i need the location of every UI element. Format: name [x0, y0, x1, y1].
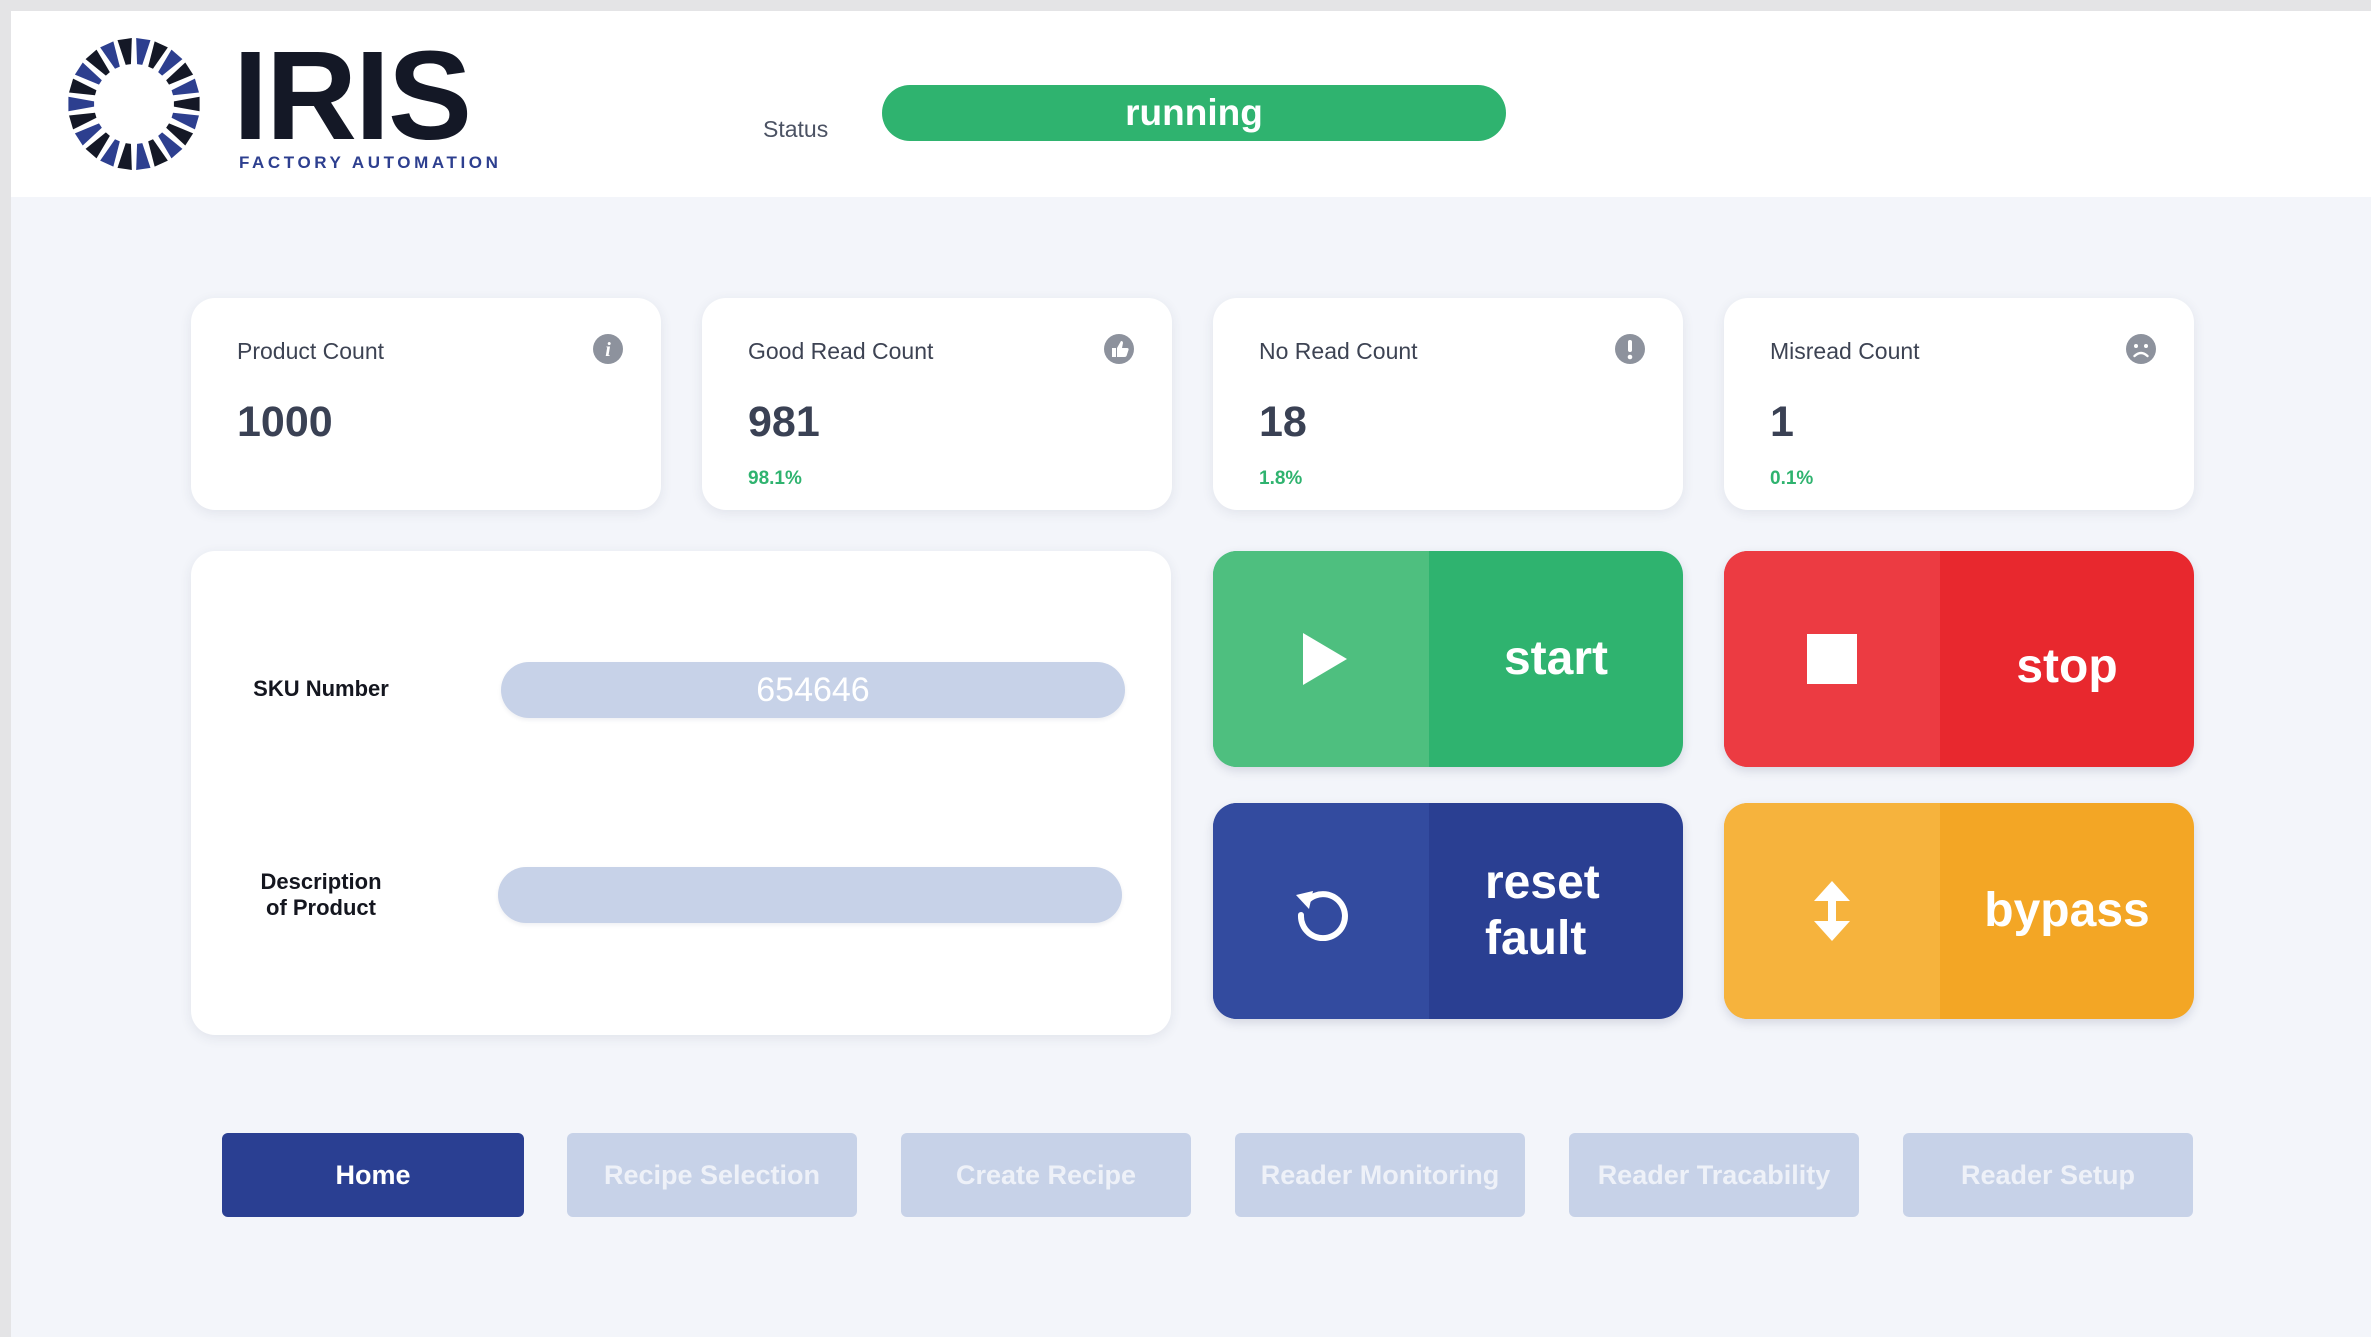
reset-fault-button[interactable]: reset fault — [1213, 803, 1683, 1019]
nav-home[interactable]: Home — [222, 1133, 524, 1217]
nav-reader-monitoring[interactable]: Reader Monitoring — [1235, 1133, 1525, 1217]
sad-face-icon — [2126, 334, 2156, 364]
logo-ray — [117, 143, 132, 170]
nav-reader-tracability[interactable]: Reader Tracability — [1569, 1133, 1859, 1217]
card-value: 981 — [748, 398, 820, 446]
card-value: 1 — [1770, 398, 1794, 446]
good-read-count-card: Good Read Count 981 98.1% — [702, 298, 1172, 510]
up-down-arrows-icon — [1814, 881, 1850, 941]
no-read-count-card: No Read Count 18 1.8% — [1213, 298, 1683, 510]
info-icon: i — [593, 334, 623, 364]
product-info-panel: SKU Number Description of Product — [191, 551, 1171, 1035]
card-title: Good Read Count — [748, 338, 934, 364]
nav-create-recipe[interactable]: Create Recipe — [901, 1133, 1191, 1217]
status-label: Status — [763, 116, 829, 142]
sku-label: SKU Number — [253, 676, 389, 701]
stop-button[interactable]: stop — [1724, 551, 2194, 767]
start-button[interactable]: start — [1213, 551, 1683, 767]
card-percentage: 0.1% — [1770, 468, 1814, 489]
card-percentage: 1.8% — [1259, 468, 1303, 489]
nav-reader-setup[interactable]: Reader Setup — [1903, 1133, 2193, 1217]
bypass-button[interactable]: bypass — [1724, 803, 2194, 1019]
stop-label: stop — [2016, 640, 2118, 693]
description-label-line2: of Product — [266, 895, 376, 920]
logo-ray — [136, 38, 151, 65]
header: IRIS FACTORY AUTOMATION Status running — [11, 11, 2371, 197]
sku-input[interactable] — [501, 662, 1125, 718]
stop-square-icon — [1807, 634, 1857, 684]
iris-logo-icon — [68, 38, 200, 170]
description-input[interactable] — [498, 867, 1122, 923]
thumbs-up-icon — [1104, 334, 1134, 364]
app-screen: IRIS FACTORY AUTOMATION Status running P… — [11, 11, 2371, 1337]
logo-ray — [117, 38, 132, 65]
product-count-card: Product Count 1000 i — [191, 298, 661, 510]
reset-label-line1: reset — [1485, 856, 1600, 909]
start-label: start — [1503, 632, 1609, 685]
logo-ray — [136, 143, 151, 170]
exclamation-icon — [1615, 334, 1645, 364]
misread-count-card: Misread Count 1 0.1% — [1724, 298, 2194, 510]
status-badge: running — [882, 85, 1506, 141]
nav-recipe-selection[interactable]: Recipe Selection — [567, 1133, 857, 1217]
description-label: Description of Product — [231, 869, 411, 921]
reset-fault-label: reset fault — [1429, 803, 1683, 1019]
reset-icon — [1296, 891, 1348, 941]
card-value: 18 — [1259, 398, 1307, 446]
logo-wordmark: IRIS — [233, 25, 472, 166]
card-percentage: 98.1% — [748, 468, 802, 489]
description-label-line1: Description — [260, 869, 382, 894]
bypass-label: bypass — [1984, 884, 2150, 937]
card-title: No Read Count — [1259, 338, 1418, 364]
card-title: Product Count — [237, 338, 385, 364]
reset-label-line2: fault — [1485, 912, 1587, 965]
logo-ray — [68, 96, 95, 112]
svg-text:i: i — [605, 339, 611, 361]
logo-tagline: FACTORY AUTOMATION — [239, 153, 502, 172]
logo-ray — [173, 96, 200, 112]
card-title: Misread Count — [1770, 338, 1920, 364]
play-icon — [1303, 633, 1347, 685]
card-value: 1000 — [237, 398, 333, 446]
